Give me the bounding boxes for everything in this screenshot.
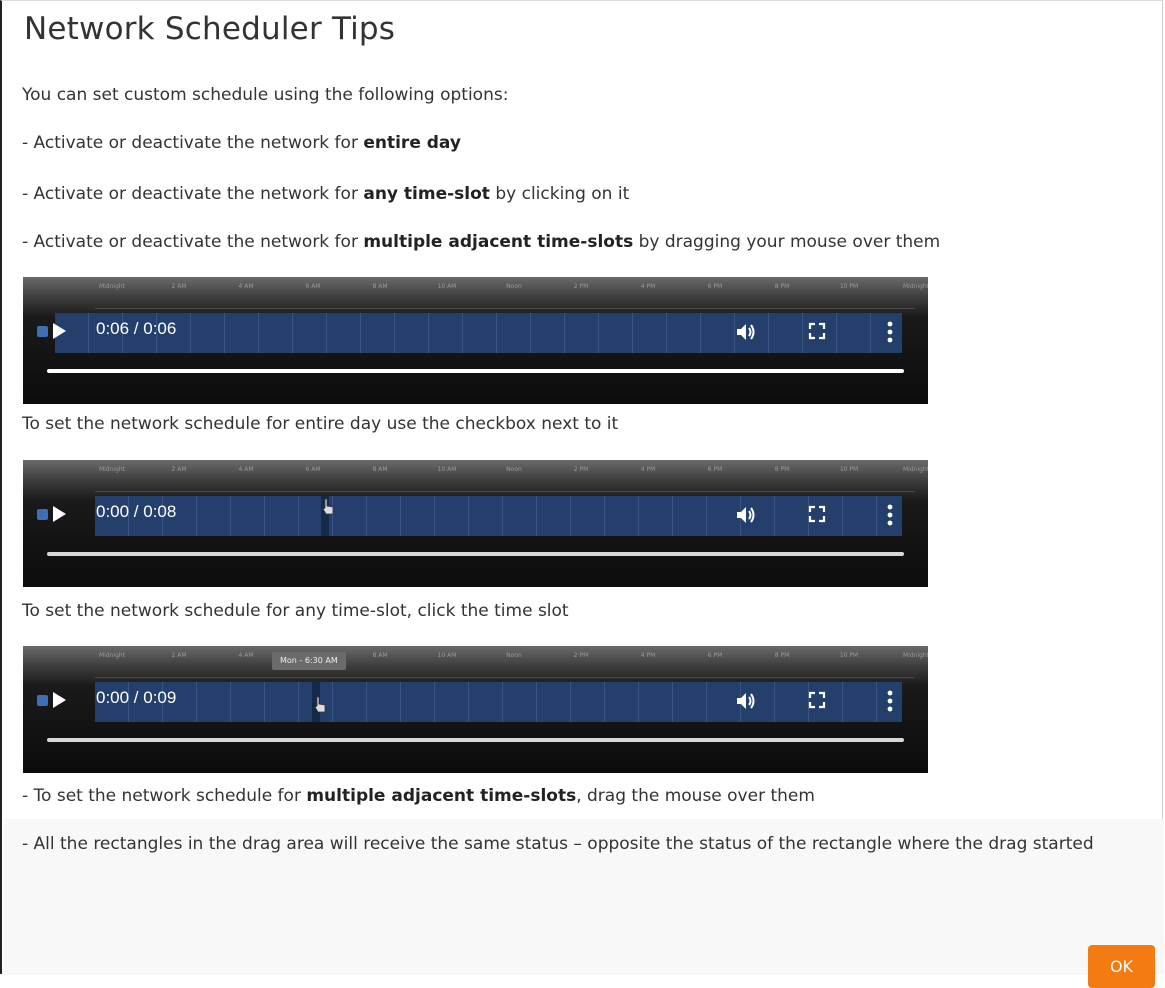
- hour-label: 2 PM: [573, 652, 589, 659]
- volume-icon[interactable]: [735, 321, 757, 343]
- hour-label: 8 AM: [372, 283, 388, 290]
- hour-label: 6 AM: [305, 466, 321, 473]
- video-player-adjacent-slots[interactable]: Midnight2 AM4 AM6 AM8 AM10 AMNoon2 PM4 P…: [23, 646, 928, 773]
- hour-label: 10 PM: [839, 283, 859, 290]
- bullet-prefix: - Activate or deactivate the network for: [22, 232, 364, 252]
- drag-note: - To set the network schedule for multip…: [22, 784, 1142, 808]
- hour-label: 2 AM: [171, 652, 187, 659]
- schedule-ticks: [95, 296, 914, 309]
- bullet-bold: entire day: [363, 133, 461, 153]
- hour-label: 2 PM: [573, 466, 589, 473]
- bullet-suffix: by dragging your mouse over them: [633, 232, 941, 252]
- hour-label: 2 AM: [171, 466, 187, 473]
- hour-label: Midnight: [98, 466, 126, 473]
- video-time-display: 0:06 / 0:06: [96, 319, 177, 338]
- bullet-prefix: - Activate or deactivate the network for: [22, 133, 364, 153]
- video-progress-bar[interactable]: [47, 738, 904, 742]
- more-vertical-icon[interactable]: [887, 321, 893, 343]
- hour-label: 8 PM: [774, 466, 790, 473]
- hour-label: Noon: [506, 283, 522, 290]
- rectangles-note: - All the rectangles in the drag area wi…: [22, 834, 1094, 854]
- schedule-band: [55, 313, 902, 353]
- hour-label: 10 AM: [437, 466, 457, 473]
- play-icon[interactable]: [53, 506, 66, 522]
- schedule-band: [95, 496, 902, 536]
- fullscreen-icon[interactable]: [808, 505, 826, 523]
- hour-label: 4 PM: [640, 283, 656, 290]
- hour-label: 10 AM: [437, 652, 457, 659]
- hour-label: 6 PM: [707, 283, 723, 290]
- drag-note-prefix: - To set the network schedule for: [22, 786, 307, 806]
- schedule-hour-labels: Midnight 2 AM 4 AM 6 AM 8 AM 10 AM Noon 2 PM 4 P…: [23, 466, 928, 480]
- more-vertical-icon[interactable]: [887, 504, 893, 526]
- drag-note-suffix: , drag the mouse over them: [576, 786, 815, 806]
- video-time-display: 0:00 / 0:08: [96, 502, 177, 521]
- schedule-ticks: [95, 665, 914, 678]
- hour-label: 6 PM: [707, 652, 723, 659]
- video-time-display: 0:00 / 0:09: [96, 688, 177, 707]
- bullet-entire-day: - Activate or deactivate the network for…: [22, 131, 1142, 155]
- bullet-time-slot: - Activate or deactivate the network for…: [22, 182, 1142, 206]
- play-icon[interactable]: [53, 692, 66, 708]
- hour-label: Midnight: [98, 652, 126, 659]
- schedule-band: [95, 682, 902, 722]
- video-player-entire-day[interactable]: Midnight 2 AM 4 AM 6 AM 8 AM 10 AM Noon 2 PM 4 P…: [23, 277, 928, 404]
- hour-label: Midnight: [902, 652, 928, 659]
- hand-cursor-icon: [314, 696, 326, 713]
- video-progress-bar[interactable]: [47, 369, 904, 373]
- volume-icon[interactable]: [735, 690, 757, 712]
- hand-cursor-icon: [322, 498, 334, 515]
- hour-label: 4 AM: [238, 283, 254, 290]
- hour-label: Midnight: [902, 283, 928, 290]
- hour-label: 4 AM: [238, 466, 254, 473]
- hour-label: Noon: [506, 466, 522, 473]
- bullet-adjacent-slots: - Activate or deactivate the network for…: [22, 230, 1142, 254]
- hour-label: 8 PM: [774, 283, 790, 290]
- video-progress-bar[interactable]: [47, 552, 904, 556]
- fullscreen-icon[interactable]: [808, 691, 826, 709]
- bullet-prefix: - Activate or deactivate the network for: [22, 184, 364, 204]
- ok-button[interactable]: OK: [1088, 945, 1155, 988]
- intro-text: You can set custom schedule using the fo…: [22, 85, 509, 105]
- hour-label: 10 PM: [839, 466, 859, 473]
- hour-label: Midnight: [902, 466, 928, 473]
- caption-entire-day: To set the network schedule for entire d…: [22, 414, 619, 434]
- volume-icon[interactable]: [735, 504, 757, 526]
- hour-label: 8 AM: [372, 652, 388, 659]
- hour-label: 6 AM: [305, 283, 321, 290]
- day-checkbox: [37, 326, 48, 337]
- day-checkbox: [37, 509, 48, 520]
- day-checkbox: [37, 695, 48, 706]
- fullscreen-icon[interactable]: [808, 322, 826, 340]
- bullet-suffix: by clicking on it: [489, 184, 630, 204]
- dialog-title: Network Scheduler Tips: [24, 11, 396, 47]
- hour-label: 6 PM: [707, 466, 723, 473]
- bullet-bold: multiple adjacent time-slots: [363, 232, 634, 252]
- tips-dialog: Network Scheduler Tips You can set custo…: [0, 0, 1164, 988]
- hour-label: 8 AM: [372, 466, 388, 473]
- hour-label: 2 PM: [573, 283, 589, 290]
- hour-label: 10 AM: [437, 283, 457, 290]
- hour-label: 4 AM: [238, 652, 254, 659]
- play-icon[interactable]: [53, 323, 66, 339]
- hour-label: Midnight: [98, 283, 126, 290]
- hour-label: 8 PM: [774, 652, 790, 659]
- hour-label: Noon: [506, 652, 522, 659]
- hour-label: 10 PM: [839, 652, 859, 659]
- bullet-bold: any time-slot: [363, 184, 490, 204]
- caption-time-slot: To set the network schedule for any time…: [22, 601, 569, 621]
- schedule-hour-labels: Midnight2 AM4 AM6 AM8 AM10 AMNoon2 PM4 P…: [23, 652, 928, 666]
- hour-label: 4 PM: [640, 652, 656, 659]
- more-vertical-icon[interactable]: [887, 690, 893, 712]
- schedule-ticks: [95, 479, 914, 492]
- drag-note-bold: multiple adjacent time-slots: [306, 786, 577, 806]
- time-slot-tooltip: Mon - 6:30 AM: [272, 652, 346, 670]
- video-player-time-slot[interactable]: Midnight 2 AM 4 AM 6 AM 8 AM 10 AM Noon 2 PM 4 P…: [23, 460, 928, 587]
- hour-label: 4 PM: [640, 466, 656, 473]
- hour-label: 2 AM: [171, 283, 187, 290]
- schedule-hour-labels: Midnight 2 AM 4 AM 6 AM 8 AM 10 AM Noon 2 PM 4 P…: [23, 283, 928, 297]
